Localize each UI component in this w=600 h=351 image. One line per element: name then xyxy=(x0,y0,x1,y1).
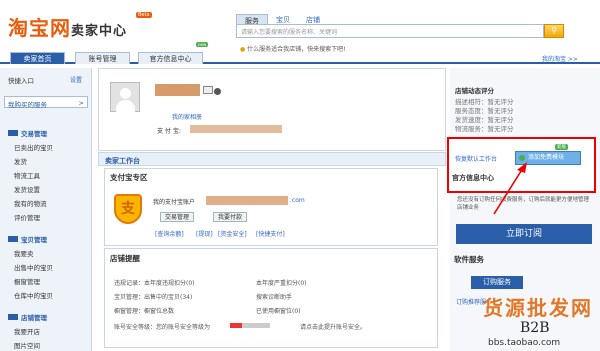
sidebar-bought-services[interactable]: 我购买的服务 > xyxy=(4,96,88,109)
my-album-link[interactable]: 我的家相册 xyxy=(172,112,202,121)
rating-title: 店铺动态评分 xyxy=(455,87,494,95)
subscribe-desc: 您还没有订购任何收费服务，订购后就能更方便地管理店铺业务 xyxy=(457,197,590,211)
search-diagnose-link[interactable]: 搜索诊断助手 xyxy=(256,292,292,301)
rating-row: 发货速度：暂无评分 xyxy=(455,116,514,124)
security-level-bar xyxy=(230,323,270,328)
subscribe-button[interactable]: 立即订阅 xyxy=(456,224,592,244)
alipay-title: 支付宝专区 xyxy=(110,173,148,182)
sidebar xyxy=(0,68,92,351)
sidebar-item[interactable]: 橱窗管理 xyxy=(14,276,40,286)
alipay-account-label: 我的支付宝账户 xyxy=(153,199,196,206)
sidebar-item[interactable]: 图片空间 xyxy=(14,340,40,350)
sidebar-item[interactable]: 仓库中的宝贝 xyxy=(14,290,53,300)
reminder-row[interactable]: 橱窗管理：橱窗位总数 xyxy=(114,306,174,315)
group-icon xyxy=(8,314,18,320)
watermark-b2b: B2B xyxy=(520,320,550,336)
rating-row: 服务态度：暂无评分 xyxy=(455,107,514,115)
reminder-row: 账号安全等级：您的账号安全等级为 xyxy=(114,324,211,331)
sidebar-item[interactable]: 发货设置 xyxy=(14,184,40,194)
profile-card xyxy=(98,68,446,151)
tab-official-info[interactable]: 官方信息中心 xyxy=(138,52,203,64)
id-card-icon xyxy=(203,86,213,94)
sidebar-item[interactable]: 我有的物流 xyxy=(14,198,47,208)
group-title: 宝贝管理 xyxy=(21,236,47,244)
redacted-alipay xyxy=(190,125,282,133)
shop-rating: 店铺动态评分 描述相符：暂无评分 服务态度：暂无评分 发货速度：暂无评分 物流服… xyxy=(455,85,514,134)
module-popup xyxy=(447,137,596,193)
alipay-label: 支 付 宝: xyxy=(157,128,181,135)
sidebar-item[interactable]: 评价管理 xyxy=(14,212,40,222)
logo-sub: 卖家中心 xyxy=(71,23,128,38)
group-title: 交易管理 xyxy=(21,130,47,138)
bought-label: 我购买的服务 xyxy=(8,101,47,109)
pay-button[interactable]: 我要付款 xyxy=(213,212,248,222)
sidebar-quick-entry[interactable]: 快捷入口 xyxy=(8,75,34,85)
sidebar-item[interactable]: 已卖出的宝贝 xyxy=(14,142,53,152)
beta-badge: Beta xyxy=(136,12,152,18)
link-balance[interactable]: [查询余额] xyxy=(155,229,184,238)
reminder-row: 违规记录：本年度违规扣分(0) xyxy=(114,280,195,287)
sidebar-item[interactable]: 我要开店 xyxy=(14,326,40,336)
plus-icon xyxy=(519,155,525,161)
reminder-row[interactable]: 宝贝管理：出售中的宝贝(34) xyxy=(114,292,192,301)
new-version-badge: 新版 xyxy=(555,144,568,150)
avatar[interactable] xyxy=(110,82,140,112)
sidebar-group-trade[interactable]: 交易管理 xyxy=(8,128,47,138)
sidebar-settings[interactable]: 设置 xyxy=(70,75,82,84)
alipay-shield-icon: 支 xyxy=(114,194,142,224)
workbench-title: 卖家工作台 xyxy=(98,152,446,166)
official-info-center[interactable]: 官方信息中心 xyxy=(452,173,494,183)
rating-row: 描述相符：暂无评分 xyxy=(455,98,514,106)
link-quick-pay[interactable]: [快捷支付] xyxy=(256,229,285,238)
group-title: 店铺管理 xyxy=(21,314,47,322)
tab-account[interactable]: 账号管理 xyxy=(75,52,130,64)
search-icon[interactable]: ⚲ xyxy=(544,24,564,38)
sidebar-item[interactable]: 发货 xyxy=(14,156,27,166)
sidebar-group-shop[interactable]: 店铺管理 xyxy=(8,312,47,322)
sidebar-group-items[interactable]: 宝贝管理 xyxy=(8,234,47,244)
watermark-logo: 货源批发网 xyxy=(483,296,593,320)
watermark-url: bbs.taobao.com xyxy=(488,338,561,348)
shield-icon xyxy=(214,88,221,95)
software-services-title: 软件服务 xyxy=(454,255,484,264)
my-taobao-link[interactable]: 我的淘宝 >> xyxy=(542,54,578,63)
trade-manage-button[interactable]: 交易管理 xyxy=(160,212,195,222)
sidebar-item[interactable]: 物流工具 xyxy=(14,170,40,180)
shop-reminder-title: 店铺提醒 xyxy=(110,254,140,263)
upgrade-security-link[interactable]: 请点击此提升账号安全。 xyxy=(300,322,366,331)
sidebar-item[interactable]: 我要卖 xyxy=(14,248,34,258)
link-fund-safety[interactable]: [资金安全] xyxy=(218,229,247,238)
logo-main: 淘宝网 xyxy=(8,16,71,40)
group-icon xyxy=(8,236,18,242)
redacted-account xyxy=(206,196,288,205)
sidebar-item[interactable]: 出售中的宝贝 xyxy=(14,262,53,272)
reminder-row: 已使用橱窗位(0) xyxy=(256,308,301,315)
reminder-row: 本年度严重扣分(0) xyxy=(256,280,307,287)
chevron-right-icon: > xyxy=(78,99,84,107)
restore-default-link[interactable]: 恢复默认工作台 xyxy=(455,154,497,163)
search-input[interactable]: 请输入您要搜索的服务名称、关键词 xyxy=(236,24,544,38)
rating-row: 物流服务：暂无评分 xyxy=(455,125,514,133)
group-icon xyxy=(8,130,18,136)
order-service-button[interactable]: 订购服务 xyxy=(471,276,523,289)
new-badge: new xyxy=(196,42,209,47)
tab-seller-home[interactable]: 卖家首页 xyxy=(10,52,65,64)
account-domain: .com xyxy=(290,197,305,204)
redacted-username xyxy=(155,84,200,96)
link-withdraw[interactable]: [提现] xyxy=(196,229,213,238)
logo[interactable]: 淘宝网卖家中心 xyxy=(8,12,127,41)
